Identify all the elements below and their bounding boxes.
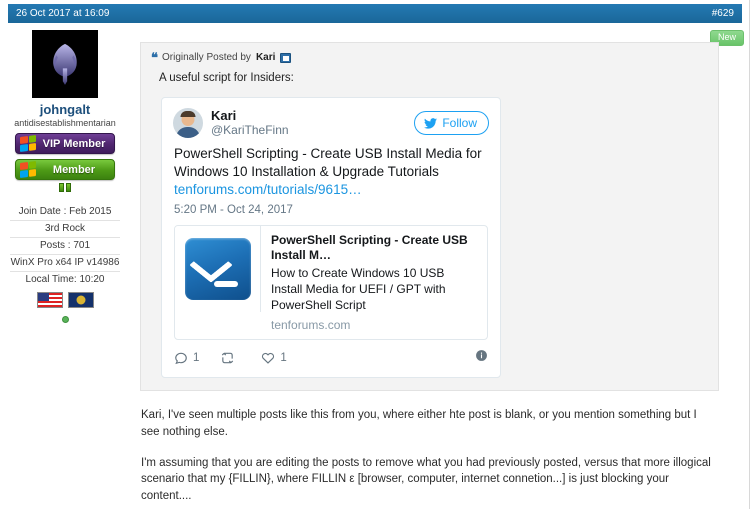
- tweet-link[interactable]: tenforums.com/tutorials/9615…: [174, 182, 362, 197]
- quake-logo-icon: [53, 43, 77, 85]
- tweet-info-action[interactable]: [475, 349, 488, 367]
- vip-member-badge: VIP Member: [15, 133, 115, 154]
- post-number[interactable]: #629: [712, 8, 734, 19]
- quote-text: A useful script for Insiders:: [159, 72, 294, 84]
- state-flag-icon: [67, 292, 94, 308]
- twitter-bird-icon: [424, 117, 438, 129]
- quote-header: ❝ Originally Posted by Kari: [151, 51, 708, 64]
- stat-location: 3rd Rock: [10, 220, 120, 237]
- avatar[interactable]: [32, 30, 98, 98]
- tweet-reply-count: 1: [193, 352, 200, 365]
- tweet-text-wrapper: PowerShell Scripting - Create USB Instal…: [174, 145, 488, 198]
- tweet-author-names: Kari @KariTheFinn: [211, 108, 289, 138]
- post-message-body: Kari, I've seen multiple posts like this…: [141, 407, 713, 509]
- powershell-icon: [184, 238, 251, 301]
- quote-block: ❝ Originally Posted by Kari A useful scr…: [140, 42, 719, 392]
- tweet-text: PowerShell Scripting - Create USB Instal…: [174, 146, 482, 179]
- follow-button[interactable]: Follow: [414, 111, 489, 135]
- rank-pips-icon: [0, 183, 130, 192]
- follow-button-label: Follow: [442, 116, 477, 130]
- post-paragraph-1: Kari, I've seen multiple posts like this…: [141, 409, 697, 438]
- post-header-bar: 26 Oct 2017 at 16:09 #629: [8, 4, 742, 23]
- tweet-header: Kari @KariTheFinn Follow: [162, 98, 500, 144]
- tweet-reply-action[interactable]: 1: [174, 351, 199, 365]
- vip-member-badge-label: VIP Member: [42, 137, 106, 150]
- forum-post-page: 26 Oct 2017 at 16:09 #629 New johngalt a…: [0, 0, 750, 509]
- tweet-action-bar: 1 1: [162, 340, 500, 377]
- post-author-sidebar: johngalt antidisestablishmentarian VIP M…: [0, 28, 130, 323]
- embedded-tweet: Kari @KariTheFinn Follow PowerShell Scri…: [161, 97, 501, 379]
- quote-prefix: Originally Posted by: [162, 52, 251, 63]
- member-badge-label: Member: [52, 163, 96, 176]
- tweet-author-avatar[interactable]: [173, 108, 203, 138]
- tweet-retweet-action[interactable]: [220, 351, 240, 365]
- member-badge: Member: [15, 159, 115, 180]
- link-card-thumbnail: [175, 226, 261, 313]
- tweet-handle[interactable]: @KariTheFinn: [211, 123, 289, 138]
- info-icon: [476, 350, 487, 362]
- windows-logo-icon: [20, 135, 36, 152]
- tweet-timestamp[interactable]: 5:20 PM - Oct 24, 2017: [174, 204, 488, 216]
- author-usertitle: antidisestablishmentarian: [14, 118, 116, 128]
- stat-posts: Posts : 701: [10, 237, 120, 254]
- link-card-body: PowerShell Scripting - Create USB Instal…: [261, 226, 487, 339]
- link-card-description: How to Create Windows 10 USB Install Med…: [271, 266, 446, 312]
- quote-author[interactable]: Kari: [256, 52, 275, 63]
- post-paragraph-2: I'm assuming that you are editing the po…: [141, 456, 711, 502]
- heart-icon: [262, 353, 275, 364]
- reply-icon: [175, 352, 187, 365]
- quote-icon: ❝: [151, 50, 158, 65]
- tweet-like-count: 1: [280, 352, 287, 365]
- author-flags: [0, 292, 130, 308]
- stat-join-date: Join Date : Feb 2015: [18, 206, 112, 217]
- link-card-domain: tenforums.com: [271, 318, 351, 333]
- post-date: 26 Oct 2017 at 16:09: [16, 8, 110, 19]
- stat-local-time: Local Time: 10:20: [10, 271, 120, 288]
- author-stats: Join Date : Feb 2015 3rd Rock Posts : 70…: [10, 204, 120, 288]
- jump-to-post-icon[interactable]: [280, 52, 292, 63]
- stat-os: WinX Pro x64 IP v14986: [10, 254, 120, 271]
- post-content-column: ❝ Originally Posted by Kari A useful scr…: [131, 28, 731, 509]
- tweet-display-name[interactable]: Kari: [211, 108, 289, 124]
- us-flag-icon: [36, 292, 63, 308]
- author-username[interactable]: johngalt: [0, 102, 130, 117]
- tweet-body: PowerShell Scripting - Create USB Instal…: [162, 144, 500, 341]
- windows-logo-icon: [20, 161, 36, 178]
- tweet-like-action[interactable]: 1: [261, 351, 287, 365]
- link-card-title: PowerShell Scripting - Create USB Instal…: [271, 233, 468, 263]
- retweet-icon: [222, 352, 234, 364]
- tweet-link-card[interactable]: PowerShell Scripting - Create USB Instal…: [174, 225, 488, 341]
- online-status-indicator: [61, 316, 69, 323]
